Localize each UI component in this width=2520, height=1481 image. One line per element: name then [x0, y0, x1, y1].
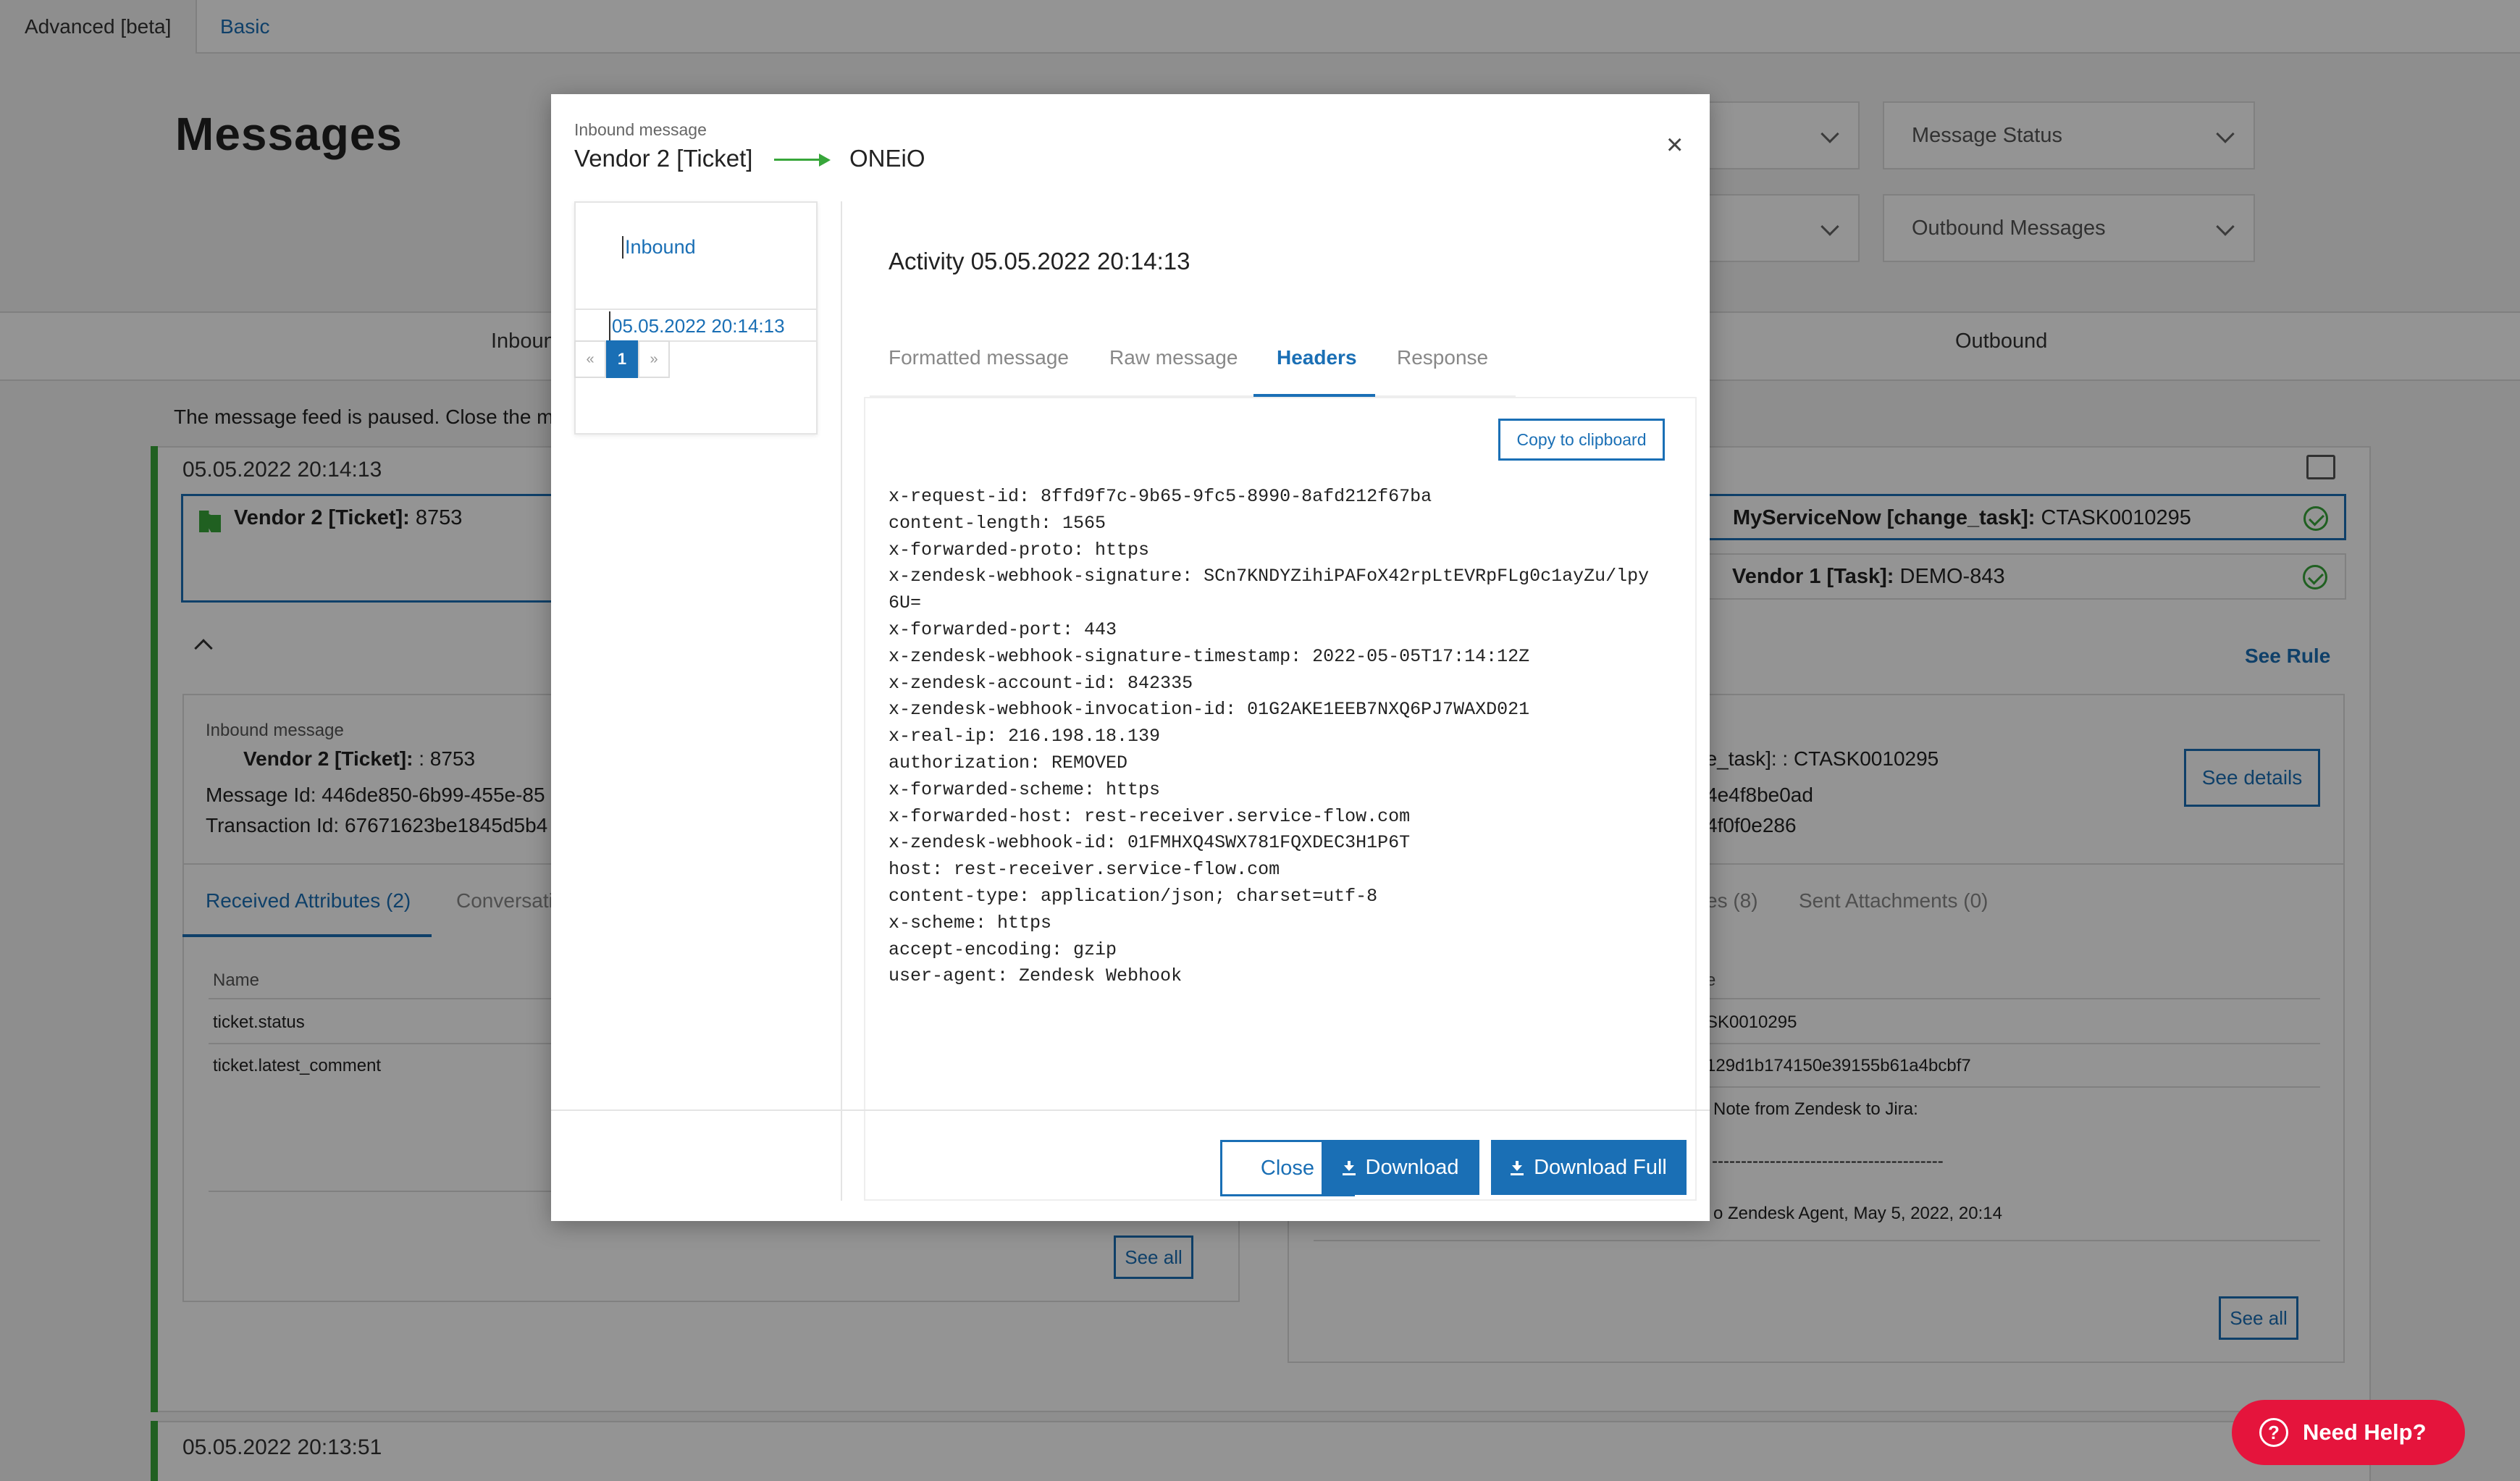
header-line: x-forwarded-proto: https: [889, 539, 1150, 561]
modal-target: ONEiO: [849, 145, 925, 172]
download-button[interactable]: Download: [1322, 1140, 1479, 1195]
header-line: x-scheme: https: [889, 912, 1052, 934]
header-line: x-request-id: 8ffd9f7c-9b65-9fc5-8990-8a…: [889, 486, 1432, 507]
pager-prev[interactable]: «: [574, 340, 606, 378]
sidebar-divider: [841, 201, 842, 1201]
close-icon[interactable]: ×: [1666, 129, 1683, 161]
header-line: x-zendesk-account-id: 842335: [889, 672, 1193, 694]
header-line: 6U=: [889, 592, 922, 614]
message-modal: Inbound message Vendor 2 [Ticket] ONEiO …: [551, 94, 1710, 1221]
activity-group-inbound[interactable]: Inbound: [622, 236, 696, 259]
download-full-button[interactable]: Download Full: [1491, 1140, 1687, 1195]
header-line: host: rest-receiver.service-flow.com: [889, 859, 1280, 881]
tab-raw-message[interactable]: Raw message: [1109, 346, 1238, 369]
header-line: content-length: 1565: [889, 512, 1106, 534]
activity-entry[interactable]: 05.05.2022 20:14:13: [609, 311, 818, 342]
header-line: x-forwarded-scheme: https: [889, 779, 1161, 800]
pager-next[interactable]: »: [638, 340, 670, 378]
copy-to-clipboard-button[interactable]: Copy to clipboard: [1498, 419, 1665, 461]
footer-divider: [551, 1109, 1710, 1111]
modal-source: Vendor 2 [Ticket]: [574, 145, 753, 172]
tab-formatted-message[interactable]: Formatted message: [889, 346, 1069, 369]
header-line: x-zendesk-webhook-signature-timestamp: 2…: [889, 645, 1530, 667]
tab-response[interactable]: Response: [1397, 346, 1488, 369]
pager-page-1[interactable]: 1: [606, 340, 638, 378]
need-help-button[interactable]: ? Need Help?: [2232, 1400, 2465, 1465]
header-line: x-forwarded-host: rest-receiver.service-…: [889, 805, 1411, 827]
need-help-label: Need Help?: [2303, 1419, 2427, 1445]
header-line: authorization: REMOVED: [889, 752, 1128, 773]
download-label: Download: [1365, 1156, 1459, 1179]
arrow-right-icon: [819, 154, 831, 167]
tab-headers[interactable]: Headers: [1277, 346, 1357, 369]
header-line: x-zendesk-webhook-id: 01FMHXQ4SWX781FQXD…: [889, 832, 1411, 854]
question-icon: ?: [2259, 1418, 2288, 1447]
headers-content: x-request-id: 8ffd9f7c-9b65-9fc5-8990-8a…: [889, 484, 1649, 990]
download-icon: [1511, 1161, 1524, 1175]
header-line: accept-encoding: gzip: [889, 939, 1117, 960]
header-line: x-real-ip: 216.198.18.139: [889, 726, 1161, 747]
header-line: user-agent: Zendesk Webhook: [889, 965, 1183, 987]
download-full-label: Download Full: [1534, 1156, 1667, 1179]
activity-title: Activity 05.05.2022 20:14:13: [889, 248, 1190, 274]
header-line: x-zendesk-webhook-invocation-id: 01G2AKE…: [889, 699, 1530, 721]
header-line: content-type: application/json; charset=…: [889, 885, 1378, 907]
download-icon: [1342, 1161, 1356, 1175]
arrow-line: [774, 159, 822, 161]
header-line: x-forwarded-port: 443: [889, 618, 1117, 640]
divider: [576, 309, 816, 310]
modal-label: Inbound message: [574, 120, 707, 139]
header-line: x-zendesk-webhook-signature: SCn7KNDYZih…: [889, 566, 1650, 587]
